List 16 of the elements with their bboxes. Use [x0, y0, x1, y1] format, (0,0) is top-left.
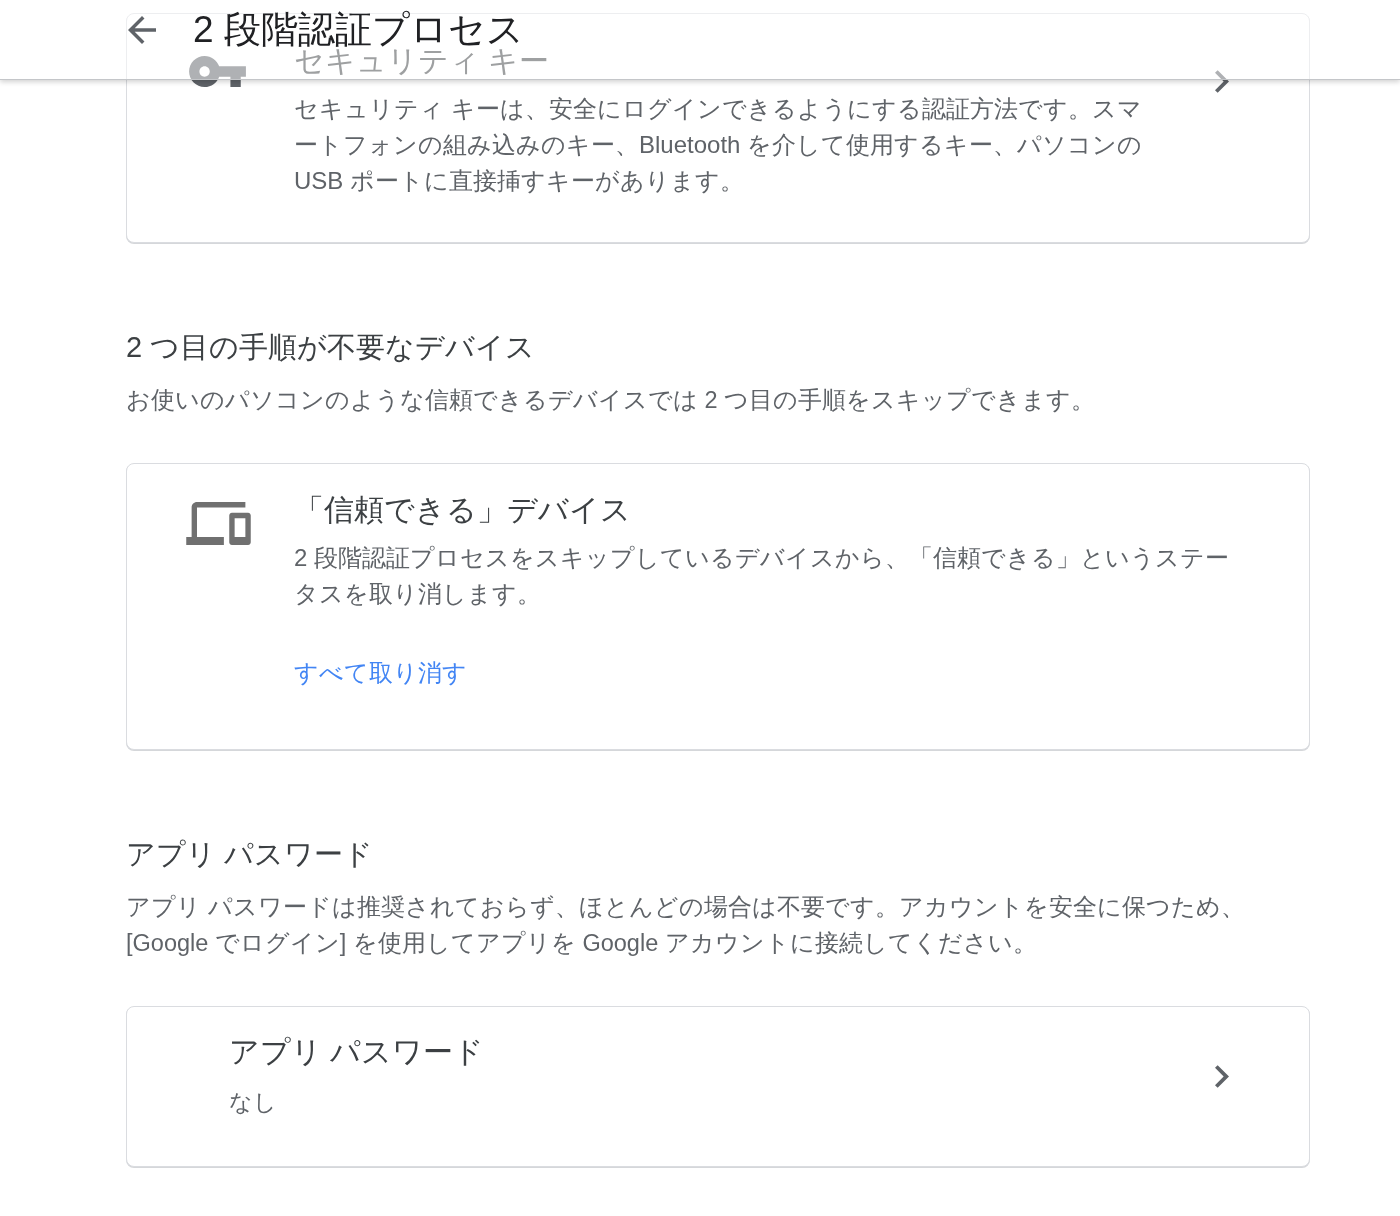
back-arrow-icon — [128, 16, 156, 44]
laptop-and-phone-icon — [186, 502, 251, 545]
app-passwords-card[interactable]: アプリ パスワード なし — [126, 1006, 1310, 1167]
section-description: お使いのパソコンのような信頼できるデバイスでは 2 つ目の手順をスキップできます。 — [126, 386, 1097, 415]
section-heading: アプリ パスワード — [126, 837, 375, 872]
section-heading: 2 つ目の手順が不要なデバイス — [126, 330, 537, 365]
card-value: なし — [229, 1088, 277, 1117]
card-description: セキュリティ キーは、安全にログインできるようにする認証方法です。スマートフォンの組み込みのキー、Bluetooth を介して使用するキー、パソコンの USB ポートに直接挿すキーがあります。 — [294, 94, 1144, 196]
key-icon — [189, 56, 246, 87]
section-description: アプリ パスワードは推奨されておらず、ほとんどの場合は不要です。アカウントを安全に保つため、[Google でログイン] を使用してアプリを Google アカウントに接続してください。 — [126, 893, 1246, 958]
revoke-all-link[interactable]: すべて取り消す — [294, 655, 467, 691]
chevron-right-icon — [1215, 70, 1229, 93]
chevron-right-icon — [1215, 1065, 1229, 1088]
card-title: 「信頼できる」デバイス — [294, 492, 631, 528]
card-description: 2 段階認証プロセスをスキップしているデバイスから、「信頼できる」というステータスを取り消します。 — [294, 543, 1230, 609]
card-title: アプリ パスワード — [229, 1034, 485, 1070]
